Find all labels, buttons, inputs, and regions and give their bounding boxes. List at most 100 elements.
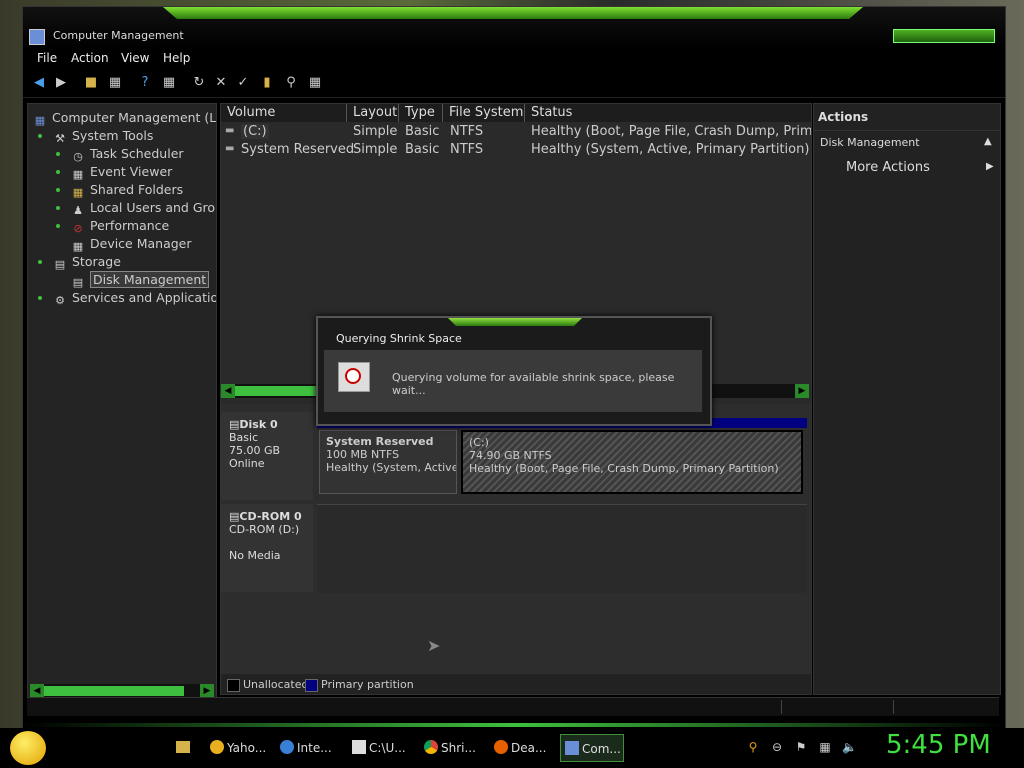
- computer-management-icon: [29, 29, 45, 45]
- storage-icon: ▤: [54, 258, 66, 271]
- folder-up-icon[interactable]: ■: [83, 75, 99, 91]
- properties-icon[interactable]: ▦: [161, 75, 177, 91]
- scroll-thumb[interactable]: [235, 386, 325, 396]
- tree-shared-folders[interactable]: ▦ Shared Folders: [70, 182, 183, 200]
- help-icon[interactable]: ?: [137, 75, 153, 91]
- column-volume[interactable]: Volume: [221, 104, 347, 122]
- tree-local-users[interactable]: ♟ Local Users and Grou: [70, 200, 216, 218]
- actions-disk-management[interactable]: Disk Management: [820, 136, 920, 149]
- title-bar[interactable]: Computer Management: [23, 7, 1005, 49]
- export-list-icon[interactable]: ▦: [307, 75, 323, 91]
- volume-type: Basic: [405, 124, 440, 139]
- disk-icon: ▤: [229, 418, 240, 431]
- volume-icon[interactable]: 🔈: [842, 740, 857, 754]
- more-actions[interactable]: More Actions: [846, 160, 930, 175]
- cdrom-0-media-area[interactable]: [317, 504, 807, 593]
- check-icon[interactable]: ✓: [235, 75, 251, 91]
- firefox-icon: [494, 740, 508, 754]
- disk-graphical-view: ▤Disk 0 Basic 75.00 GB Online System Res…: [221, 404, 811, 674]
- tree-task-scheduler[interactable]: ◷ Task Scheduler: [70, 146, 183, 164]
- column-file-system[interactable]: File System: [443, 104, 525, 122]
- scroll-right-button[interactable]: ▶: [795, 384, 809, 398]
- task-firefox[interactable]: Dea...: [490, 734, 554, 762]
- task-yahoo[interactable]: Yaho...: [206, 734, 270, 762]
- search-icon[interactable]: ⚲: [746, 740, 760, 754]
- tree-expander[interactable]: [38, 260, 42, 264]
- show-hide-tree-icon[interactable]: ▦: [107, 75, 123, 91]
- tree-expander[interactable]: [56, 224, 60, 228]
- window-title: Computer Management: [53, 29, 184, 42]
- tree-expander[interactable]: [56, 188, 60, 192]
- menu-file[interactable]: File: [37, 51, 57, 65]
- tree-horizontal-scrollbar[interactable]: ◀ ▶: [30, 684, 214, 698]
- status-segment: [781, 700, 782, 714]
- tree-expander[interactable]: [38, 296, 42, 300]
- volume-file-system: NTFS: [450, 124, 484, 139]
- tree-expander[interactable]: [56, 206, 60, 210]
- disk-0-label[interactable]: ▤Disk 0 Basic 75.00 GB Online: [221, 412, 313, 500]
- chrome-icon: [424, 740, 438, 754]
- scroll-right-button[interactable]: ▶: [200, 684, 214, 698]
- partition-c[interactable]: (C:) 74.90 GB NTFS Healthy (Boot, Page F…: [461, 430, 803, 494]
- column-status[interactable]: Status: [525, 104, 811, 122]
- taskbar-clock[interactable]: 5:45 PM: [886, 730, 991, 760]
- scroll-left-button[interactable]: ◀: [221, 384, 235, 398]
- task-internet-explorer[interactable]: Inte...: [276, 734, 340, 762]
- busy-cursor-icon: ➤: [427, 636, 441, 655]
- tree-storage[interactable]: ▤ Storage: [52, 254, 121, 272]
- scroll-thumb[interactable]: [44, 686, 184, 696]
- search-icon[interactable]: ⚲: [283, 75, 299, 91]
- querying-shrink-space-dialog: Querying Shrink Space Querying volume fo…: [316, 316, 712, 426]
- flag-icon[interactable]: ⚑: [794, 740, 808, 754]
- task-computer-management[interactable]: Com...: [560, 734, 624, 762]
- volume-status: Healthy (Boot, Page File, Crash Dump, Pr…: [531, 124, 812, 139]
- column-type[interactable]: Type: [399, 104, 443, 122]
- legend: Unallocated Primary partition: [221, 674, 811, 694]
- tree-event-viewer[interactable]: ▦ Event Viewer: [70, 164, 172, 182]
- 7zip-icon: [352, 740, 366, 754]
- drive-icon: ▬: [225, 125, 235, 136]
- window-bottom-accent: [23, 723, 1005, 727]
- computer-management-icon: [565, 741, 579, 755]
- folder-icon[interactable]: [176, 741, 190, 753]
- open-folder-icon[interactable]: ▮: [259, 75, 275, 91]
- minus-circle-icon[interactable]: ⊖: [770, 740, 784, 754]
- dialog-body: Querying volume for available shrink spa…: [324, 350, 702, 412]
- tree-device-manager[interactable]: ▦ Device Manager: [70, 236, 192, 254]
- tree-system-tools[interactable]: ⚒ System Tools: [52, 128, 153, 146]
- primary-partition-swatch: [305, 679, 318, 692]
- network-icon[interactable]: ▦: [818, 740, 832, 754]
- back-arrow-icon[interactable]: ◀: [31, 75, 47, 91]
- start-button-smiley-icon[interactable]: [10, 731, 46, 765]
- menu-action[interactable]: Action: [71, 51, 109, 65]
- actions-header: Actions: [818, 110, 869, 124]
- collapse-icon[interactable]: ▲: [984, 136, 992, 147]
- volume-layout: Simple: [353, 142, 398, 157]
- partition-system-reserved[interactable]: System Reserved 100 MB NTFS Healthy (Sys…: [319, 430, 457, 494]
- tree-computer-management[interactable]: ▦ Computer Management (Loc: [32, 110, 216, 128]
- tree-services-applications[interactable]: ⚙ Services and Application: [52, 290, 216, 308]
- tree-disk-management[interactable]: ▤ Disk Management: [70, 271, 210, 290]
- tree-expander[interactable]: [38, 134, 42, 138]
- scroll-left-button[interactable]: ◀: [30, 684, 44, 698]
- task-7zip[interactable]: C:\U...: [348, 734, 412, 762]
- cdrom-0-label[interactable]: ▤CD-ROM 0 CD-ROM (D:) No Media: [221, 504, 313, 592]
- task-chrome[interactable]: Shri...: [420, 734, 484, 762]
- chevron-right-icon: ▶: [986, 161, 994, 172]
- services-icon: ⚙: [55, 294, 65, 307]
- menu-help[interactable]: Help: [163, 51, 190, 65]
- column-layout[interactable]: Layout: [347, 104, 399, 122]
- tree-performance[interactable]: ⊘ Performance: [70, 218, 169, 236]
- window-control-buttons[interactable]: [893, 29, 995, 43]
- menu-view[interactable]: View: [121, 51, 149, 65]
- delete-icon[interactable]: ✕: [213, 75, 229, 91]
- tree-expander[interactable]: [56, 152, 60, 156]
- volume-name: (C:): [241, 124, 269, 139]
- dialog-title: Querying Shrink Space: [336, 332, 462, 345]
- refresh-icon[interactable]: ↻: [191, 75, 207, 91]
- forward-arrow-icon[interactable]: ▶: [53, 75, 69, 91]
- menu-bar: File Action View Help: [23, 51, 1005, 69]
- volume-list-header: Volume Layout Type File System Status: [221, 104, 811, 122]
- toolbar: ◀ ▶ ■ ▦ ? ▦ ↻ ✕ ✓ ▮ ⚲ ▦: [23, 71, 1005, 98]
- tree-expander[interactable]: [56, 170, 60, 174]
